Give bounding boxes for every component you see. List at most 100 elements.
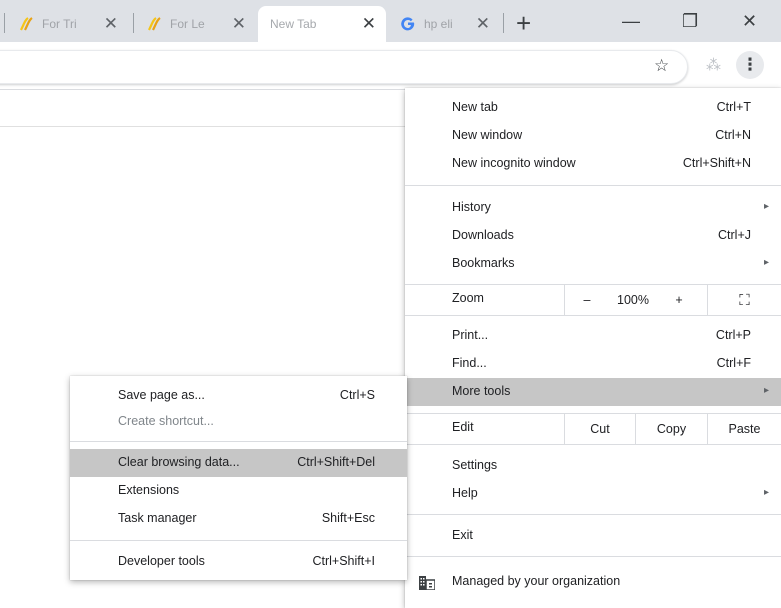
menu-item-label: Bookmarks xyxy=(452,256,515,270)
menu-item-shortcut: Ctrl+N xyxy=(715,128,751,142)
more-tools-submenu: Save page as... Ctrl+S Create shortcut..… xyxy=(70,376,407,580)
tab-close-icon[interactable]: ✕ xyxy=(232,14,246,34)
menu-item-label: Downloads xyxy=(452,228,514,242)
menu-item-label: Help xyxy=(452,486,478,500)
menu-item-downloads[interactable]: Downloads Ctrl+J xyxy=(405,222,781,250)
minimize-button[interactable]: — xyxy=(622,6,640,36)
address-bar[interactable] xyxy=(0,50,688,84)
close-window-button[interactable]: ✕ xyxy=(742,6,757,36)
menu-item-label: Settings xyxy=(452,458,498,472)
menu-item-shortcut: Ctrl+J xyxy=(718,228,751,242)
tab-close-icon[interactable]: ✕ xyxy=(362,14,376,34)
menu-item-label: Create shortcut... xyxy=(118,414,214,428)
zoom-label: Zoom xyxy=(452,291,484,305)
new-tab-button[interactable]: + xyxy=(516,8,531,38)
submenu-item-save-page[interactable]: Save page as... Ctrl+S xyxy=(70,382,407,410)
menu-separator xyxy=(405,556,781,557)
tab-title: For Le xyxy=(170,17,205,31)
building-icon xyxy=(419,576,435,590)
tab-separator xyxy=(4,13,5,33)
menu-item-new-window[interactable]: New window Ctrl+N xyxy=(405,122,781,150)
menu-item-shortcut: Shift+Esc xyxy=(321,511,375,525)
menu-item-exit[interactable]: Exit xyxy=(405,522,781,550)
menu-item-label: Print... xyxy=(452,328,489,342)
menu-item-label: Save page as... xyxy=(118,388,205,402)
zoom-level: 100% xyxy=(617,293,649,307)
tab-separator xyxy=(503,13,504,33)
menu-separator xyxy=(70,540,407,541)
tab-new-tab[interactable]: New Tab ✕ xyxy=(258,6,386,42)
menu-item-shortcut: Ctrl+Shift+N xyxy=(682,156,751,170)
sheets-swirl-icon xyxy=(20,17,33,31)
menu-item-label: Find... xyxy=(452,356,487,370)
menu-item-new-incognito-window[interactable]: New incognito window Ctrl+Shift+N xyxy=(405,150,781,178)
menu-item-label: History xyxy=(452,200,491,214)
menu-separator xyxy=(405,514,781,515)
menu-item-print[interactable]: Print... Ctrl+P xyxy=(405,322,781,350)
menu-separator xyxy=(70,441,407,442)
submenu-arrow-icon: ▸ xyxy=(763,385,769,396)
extension-icon[interactable]: ⁂ xyxy=(706,56,721,76)
menu-item-new-tab[interactable]: New tab Ctrl+T xyxy=(405,94,781,122)
edit-label: Edit xyxy=(452,420,474,434)
tab-for-tri[interactable]: For Tri ✕ xyxy=(6,6,128,42)
menu-item-managed[interactable]: Managed by your organization xyxy=(405,568,781,596)
paste-button[interactable]: Paste xyxy=(708,414,781,444)
zoom-in-button[interactable]: + xyxy=(661,285,697,315)
copy-button[interactable]: Copy xyxy=(636,414,707,444)
menu-item-label: Developer tools xyxy=(118,554,205,568)
menu-item-help[interactable]: Help ▸ xyxy=(405,480,781,508)
restore-button[interactable]: ❐ xyxy=(682,6,698,36)
tab-strip: For Tri ✕ For Le ✕ New Tab ✕ hp eli ✕ + … xyxy=(0,0,781,42)
menu-item-label: Managed by your organization xyxy=(452,574,621,588)
menu-item-shortcut: Ctrl+F xyxy=(716,356,751,370)
menu-item-bookmarks[interactable]: Bookmarks ▸ xyxy=(405,250,781,278)
submenu-item-task-manager[interactable]: Task manager Shift+Esc xyxy=(70,505,407,533)
menu-item-label: Extensions xyxy=(118,483,180,497)
menu-row-edit: Edit Cut Copy Paste xyxy=(405,414,781,444)
zoom-out-button[interactable]: – xyxy=(569,285,605,315)
menu-item-shortcut: Ctrl+Shift+Del xyxy=(297,455,375,469)
submenu-arrow-icon: ▸ xyxy=(763,487,769,498)
menu-item-label: New incognito window xyxy=(452,156,576,170)
menu-item-find[interactable]: Find... Ctrl+F xyxy=(405,350,781,378)
submenu-item-extensions[interactable]: Extensions xyxy=(70,477,407,505)
toolbar: ☆ ⁂ ⋮ xyxy=(0,42,781,90)
menu-item-more-tools[interactable]: More tools ▸ xyxy=(405,378,781,406)
menu-separator xyxy=(405,185,781,186)
tab-title: hp eli xyxy=(424,17,453,31)
menu-item-shortcut: Ctrl+P xyxy=(715,328,751,342)
tab-close-icon[interactable]: ✕ xyxy=(476,14,490,34)
menu-item-label: More tools xyxy=(452,384,511,398)
sheets-swirl-icon xyxy=(148,17,161,31)
chrome-main-menu: New tab Ctrl+T New window Ctrl+N New inc… xyxy=(405,88,781,608)
fullscreen-icon[interactable]: ⛶ xyxy=(708,285,781,315)
menu-item-label: New window xyxy=(452,128,523,142)
menu-item-label: New tab xyxy=(452,100,498,114)
menu-item-shortcut: Ctrl+S xyxy=(339,388,375,402)
menu-item-settings[interactable]: Settings xyxy=(405,452,781,480)
submenu-arrow-icon: ▸ xyxy=(763,201,769,212)
submenu-item-create-shortcut[interactable]: Create shortcut... xyxy=(70,408,407,436)
menu-separator xyxy=(405,444,781,445)
zoom-divider xyxy=(564,285,565,315)
menu-item-history[interactable]: History ▸ xyxy=(405,194,781,222)
menu-item-shortcut: Ctrl+T xyxy=(716,100,751,114)
tab-close-icon[interactable]: ✕ xyxy=(104,14,118,34)
submenu-item-clear-browsing-data[interactable]: Clear browsing data... Ctrl+Shift+Del xyxy=(70,449,407,477)
tab-title: New Tab xyxy=(270,17,317,31)
menu-item-label: Exit xyxy=(452,528,473,542)
submenu-arrow-icon: ▸ xyxy=(763,257,769,268)
menu-item-label: Task manager xyxy=(118,511,197,525)
tab-hp-eli[interactable]: hp eli ✕ xyxy=(388,6,500,42)
tab-title: For Tri xyxy=(42,17,77,31)
google-g-icon xyxy=(401,17,415,31)
submenu-item-developer-tools[interactable]: Developer tools Ctrl+Shift+I xyxy=(70,548,407,576)
more-vertical-icon: ⋮ xyxy=(741,55,759,74)
menu-item-label: Clear browsing data... xyxy=(118,455,240,469)
bookmark-star-icon[interactable]: ☆ xyxy=(654,56,669,76)
chrome-menu-button[interactable]: ⋮ xyxy=(736,51,764,79)
tab-for-le[interactable]: For Le ✕ xyxy=(134,6,256,42)
cut-button[interactable]: Cut xyxy=(565,414,635,444)
menu-row-zoom: Zoom – 100% + ⛶ xyxy=(405,285,781,315)
